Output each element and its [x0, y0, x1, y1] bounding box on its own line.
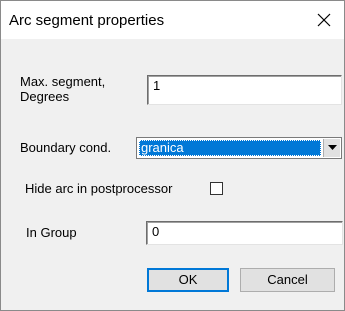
title-bar: Arc segment properties: [1, 1, 344, 39]
boundary-cond-selected-value: granica: [139, 140, 321, 156]
max-segment-label-line2: Degrees: [20, 89, 70, 104]
close-button[interactable]: [304, 1, 344, 39]
max-segment-input[interactable]: 1: [147, 75, 342, 105]
hide-arc-checkbox[interactable]: [210, 182, 223, 195]
max-segment-label-line1: Max. segment,: [20, 74, 106, 89]
boundary-cond-select[interactable]: granica: [136, 137, 342, 159]
cancel-button[interactable]: Cancel: [240, 268, 335, 292]
dropdown-arrow-button[interactable]: [323, 139, 340, 157]
dialog-title: Arc segment properties: [9, 12, 165, 29]
hide-arc-label: Hide arc in postprocessor: [25, 181, 173, 196]
chevron-down-icon: [328, 145, 337, 150]
in-group-input[interactable]: 0: [146, 221, 343, 245]
in-group-label: In Group: [26, 225, 77, 240]
close-icon: [317, 13, 331, 27]
arc-segment-properties-dialog: Arc segment properties Max. segment, Deg…: [0, 0, 345, 311]
ok-button[interactable]: OK: [147, 268, 229, 292]
boundary-cond-label: Boundary cond.: [20, 140, 112, 155]
